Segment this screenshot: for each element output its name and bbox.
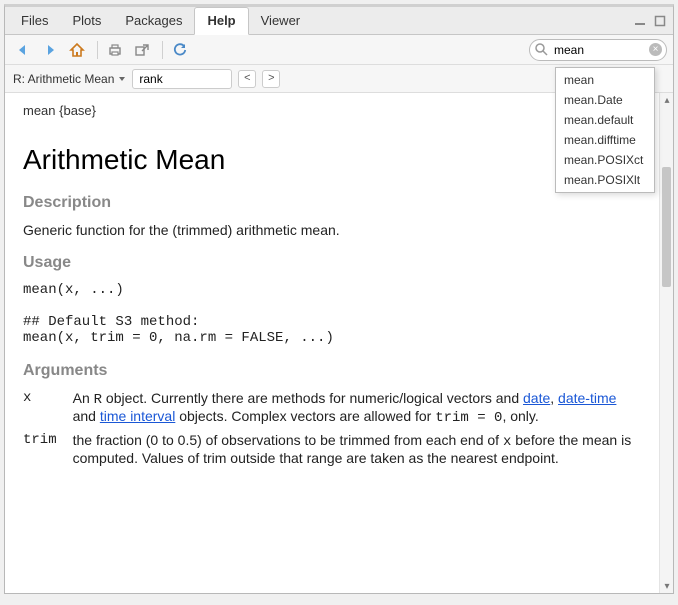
autocomplete-item[interactable]: mean.Date <box>556 90 654 110</box>
topic-dropdown[interactable]: R: Arithmetic Mean <box>13 72 126 86</box>
scroll-down-button[interactable]: ▾ <box>660 579 673 593</box>
refresh-button[interactable] <box>168 39 192 61</box>
print-button[interactable] <box>103 39 127 61</box>
back-button[interactable] <box>11 39 35 61</box>
find-prev-button[interactable]: < <box>238 70 256 88</box>
help-toolbar: × <box>5 35 673 65</box>
pane-tabstrip: Files Plots Packages Help Viewer <box>5 7 673 35</box>
section-arguments-heading: Arguments <box>23 362 641 380</box>
clear-search-icon[interactable]: × <box>649 43 662 56</box>
link-date-time[interactable]: date-time <box>558 390 616 406</box>
maximize-icon[interactable] <box>653 14 667 28</box>
doc-topic: mean {base} <box>23 103 96 118</box>
autocomplete-item[interactable]: mean <box>556 70 654 90</box>
argument-row: trim the fraction (0 to 0.5) of observat… <box>23 432 641 472</box>
vertical-scrollbar[interactable]: ▴ ▾ <box>659 93 673 593</box>
search-icon <box>535 43 548 59</box>
autocomplete-item[interactable]: mean.difftime <box>556 130 654 150</box>
tab-help[interactable]: Help <box>194 7 248 35</box>
chevron-down-icon <box>118 75 126 83</box>
popout-button[interactable] <box>130 39 154 61</box>
section-usage-heading: Usage <box>23 254 641 272</box>
home-button[interactable] <box>65 39 89 61</box>
argument-description: An R object. Currently there are methods… <box>73 390 641 432</box>
autocomplete-item[interactable]: mean.POSIXct <box>556 150 654 170</box>
link-time-interval[interactable]: time interval <box>100 408 175 424</box>
topic-label: R: Arithmetic Mean <box>13 72 114 86</box>
argument-name: x <box>23 390 73 432</box>
page-title: Arithmetic Mean <box>23 144 641 176</box>
autocomplete-item[interactable]: mean.default <box>556 110 654 130</box>
tab-packages[interactable]: Packages <box>113 8 194 34</box>
description-text: Generic function for the (trimmed) arith… <box>23 222 641 238</box>
tab-files[interactable]: Files <box>9 8 60 34</box>
autocomplete-item[interactable]: mean.POSIXlt <box>556 170 654 190</box>
minimize-icon[interactable] <box>633 14 647 28</box>
argument-row: x An R object. Currently there are metho… <box>23 390 641 432</box>
search-autocomplete-list: mean mean.Date mean.default mean.difftim… <box>555 67 655 193</box>
scrollbar-track[interactable] <box>660 107 673 579</box>
tab-viewer[interactable]: Viewer <box>249 8 313 34</box>
argument-description: the fraction (0 to 0.5) of observations … <box>73 432 641 472</box>
scroll-up-button[interactable]: ▴ <box>660 93 673 107</box>
help-search-input[interactable] <box>529 39 667 61</box>
forward-button[interactable] <box>38 39 62 61</box>
tab-plots[interactable]: Plots <box>60 8 113 34</box>
usage-code: mean(x, ...) ## Default S3 method: mean(… <box>23 282 641 346</box>
find-in-topic-input[interactable] <box>132 69 232 89</box>
argument-name: trim <box>23 432 73 472</box>
link-date[interactable]: date <box>523 390 550 406</box>
find-next-button[interactable]: > <box>262 70 280 88</box>
section-description-heading: Description <box>23 194 641 212</box>
scrollbar-thumb[interactable] <box>662 167 671 287</box>
